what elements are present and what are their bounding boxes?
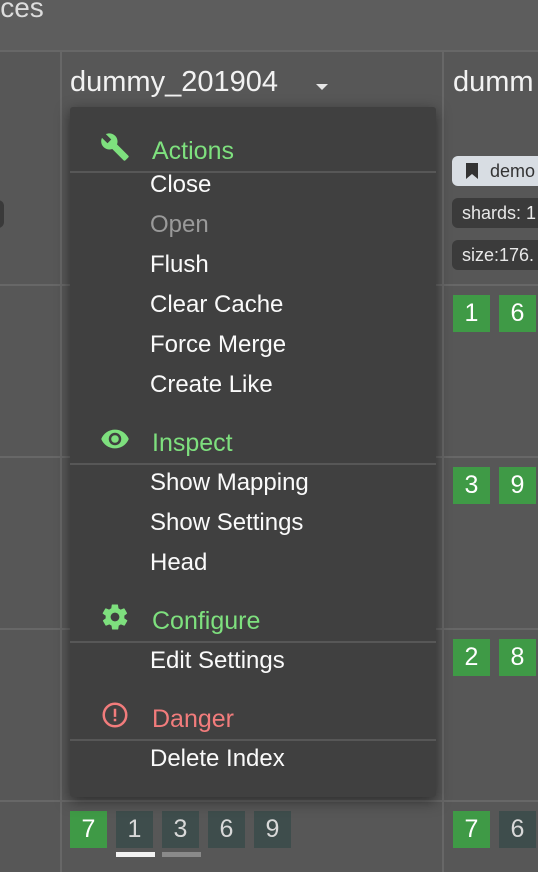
shard-cell[interactable]: 9: [254, 811, 291, 848]
menu-item-show-mapping[interactable]: Show Mapping: [150, 469, 309, 497]
menu-item-head[interactable]: Head: [150, 549, 207, 577]
menu-item-edit-settings[interactable]: Edit Settings: [150, 647, 285, 675]
shard-indicator: [162, 852, 201, 857]
shard-cell[interactable]: 8: [499, 639, 536, 676]
size-info-label: size:176.: [462, 245, 535, 265]
shard-cell[interactable]: 7: [453, 811, 490, 848]
shard-cell[interactable]: 9: [499, 467, 536, 504]
grid-line: [0, 50, 538, 52]
menu-item-show-settings[interactable]: Show Settings: [150, 509, 303, 537]
eye-icon: [101, 429, 129, 449]
menu-section-label: Configure: [152, 607, 261, 635]
chevron-down-icon[interactable]: [316, 84, 328, 90]
shards-info-label: shards: 1: [462, 203, 537, 223]
size-info-badge: size:176.: [452, 240, 538, 270]
shard-cell[interactable]: 1: [453, 295, 490, 332]
left-column-badge: [0, 200, 4, 228]
bookmark-icon: [466, 163, 478, 179]
menu-section-inspect: Inspect: [70, 409, 436, 465]
index-actions-menu: Actions Close Open Flush Clear Cache For…: [70, 107, 436, 797]
shard-cell[interactable]: 6: [499, 295, 536, 332]
shard-cell[interactable]: 1: [116, 811, 153, 848]
gear-icon: [102, 604, 128, 630]
alias-badge[interactable]: demo: [452, 156, 538, 186]
shards-info-badge: shards: 1: [452, 198, 538, 228]
grid-line: [0, 800, 538, 802]
shard-cell[interactable]: 3: [162, 811, 199, 848]
alert-circle-icon: [102, 702, 128, 728]
shard-cell[interactable]: 2: [453, 639, 490, 676]
index-title-second[interactable]: dumm: [453, 66, 534, 99]
menu-item-open: Open: [150, 211, 209, 238]
menu-section-label: Actions: [152, 137, 234, 165]
alias-badge-label: demo: [490, 161, 536, 181]
menu-section-label: Danger: [152, 705, 234, 733]
grid-line: [60, 50, 62, 872]
grid-line: [442, 50, 444, 872]
index-title-dummy-201904[interactable]: dummy_201904: [70, 66, 278, 99]
menu-section-configure: Configure: [70, 587, 436, 643]
shard-indicator: [116, 852, 155, 857]
shard-cell[interactable]: 6: [499, 811, 536, 848]
menu-section-actions: Actions: [70, 117, 436, 173]
shard-cell[interactable]: 6: [208, 811, 245, 848]
menu-item-delete-index[interactable]: Delete Index: [150, 745, 285, 773]
indices-header: ices: [0, 0, 538, 50]
shard-cell[interactable]: 3: [453, 467, 490, 504]
menu-item-create-like[interactable]: Create Like: [150, 371, 273, 399]
shard-cell[interactable]: 7: [70, 811, 107, 848]
menu-section-label: Inspect: [152, 429, 233, 457]
menu-item-close[interactable]: Close: [150, 171, 211, 199]
wrench-icon: [101, 133, 129, 161]
menu-item-force-merge[interactable]: Force Merge: [150, 331, 286, 359]
menu-item-clear-cache[interactable]: Clear Cache: [150, 291, 283, 319]
menu-section-danger: Danger: [70, 685, 436, 741]
menu-item-flush[interactable]: Flush: [150, 251, 209, 279]
header-title: ices: [0, 0, 44, 23]
